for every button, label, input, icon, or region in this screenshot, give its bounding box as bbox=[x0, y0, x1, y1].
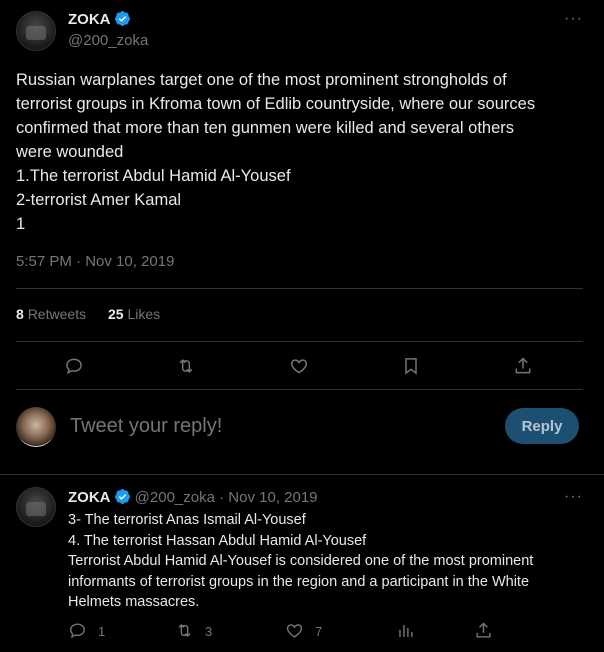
divider bbox=[0, 474, 604, 475]
tweet-timestamp[interactable]: 5:57 PM · Nov 10, 2019 bbox=[16, 253, 174, 270]
more-options-icon[interactable]: ··· bbox=[564, 10, 583, 28]
reply-date[interactable]: · Nov 10, 2019 bbox=[219, 489, 317, 506]
retweet-count: 3 bbox=[205, 624, 213, 639]
reply-icon[interactable] bbox=[64, 356, 84, 376]
likes-count: 25 bbox=[108, 306, 124, 322]
retweets-label: Retweets bbox=[27, 306, 87, 322]
divider bbox=[16, 341, 583, 342]
analytics-icon[interactable] bbox=[396, 621, 415, 640]
reply-more-options-icon[interactable]: ··· bbox=[564, 488, 583, 506]
author-avatar[interactable] bbox=[16, 11, 56, 51]
retweets-stat[interactable]: 8 Retweets bbox=[16, 306, 86, 322]
divider bbox=[16, 288, 583, 289]
retweet-icon[interactable] bbox=[175, 621, 194, 640]
like-icon[interactable] bbox=[285, 621, 304, 640]
author-name[interactable]: ZOKA bbox=[68, 11, 111, 28]
divider bbox=[16, 389, 583, 390]
user-avatar[interactable] bbox=[16, 407, 56, 447]
author-name-row[interactable]: ZOKA bbox=[68, 10, 131, 29]
tweet-text: Russian warplanes target one of the most… bbox=[16, 71, 536, 233]
reply-author-name[interactable]: ZOKA bbox=[68, 489, 111, 506]
share-icon[interactable] bbox=[474, 621, 493, 640]
author-handle[interactable]: @200_zoka bbox=[68, 32, 148, 49]
share-icon[interactable] bbox=[513, 356, 533, 376]
reply-button[interactable]: Reply bbox=[505, 408, 579, 444]
likes-label: Likes bbox=[127, 306, 161, 322]
reply-author-row: ZOKA @200_zoka · Nov 10, 2019 bbox=[68, 488, 318, 506]
reply-icon[interactable] bbox=[68, 621, 87, 640]
reply-input[interactable]: Tweet your reply! bbox=[70, 415, 222, 438]
reply-author-avatar[interactable] bbox=[16, 487, 56, 527]
verified-badge-icon bbox=[114, 489, 130, 504]
like-count: 7 bbox=[315, 624, 323, 639]
likes-stat[interactable]: 25 Likes bbox=[108, 306, 160, 322]
retweet-icon[interactable] bbox=[176, 356, 196, 376]
reply-author-handle[interactable]: @200_zoka bbox=[135, 489, 215, 506]
reply-count: 1 bbox=[98, 624, 106, 639]
reply-text: 3- The terrorist Anas Ismail Al-Yousef 4… bbox=[68, 512, 534, 610]
verified-badge-icon bbox=[114, 11, 130, 26]
bookmark-icon[interactable] bbox=[401, 356, 421, 376]
retweets-count: 8 bbox=[16, 306, 24, 322]
like-icon[interactable] bbox=[289, 356, 309, 376]
